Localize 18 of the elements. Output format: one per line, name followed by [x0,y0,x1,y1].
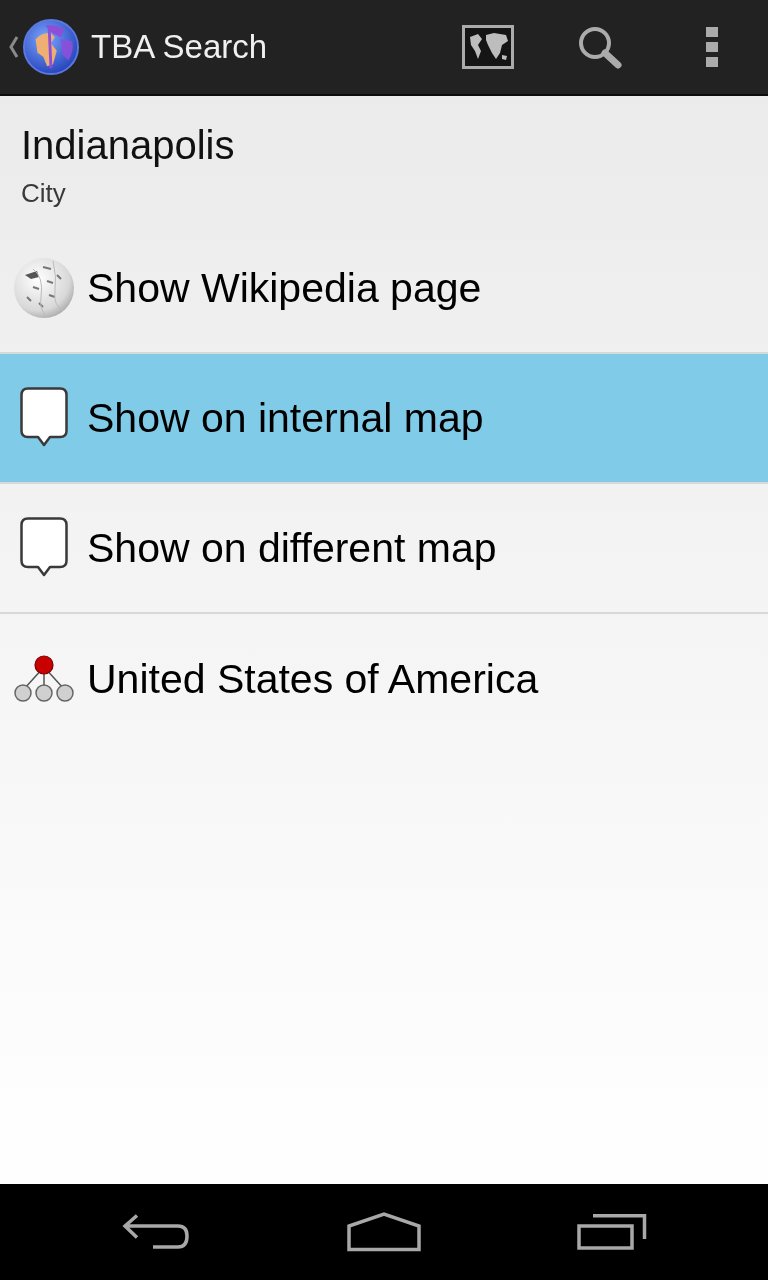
list-item[interactable]: Show on different map [0,484,768,614]
list-item[interactable]: Show on internal map [0,354,768,484]
hierarchy-icon [13,655,74,703]
map-marker-icon [19,517,68,579]
globe-logo-icon [22,18,80,76]
place-type: City [21,178,66,208]
home-outline-icon [347,1212,421,1252]
search-icon [577,25,623,69]
app-title: TBA Search [91,28,268,66]
world-map-icon [462,25,514,69]
overflow-menu-icon [705,27,719,67]
back-caret-icon [9,36,19,58]
list-item[interactable]: United States of America [0,614,768,744]
map-marker-icon [19,387,68,449]
recent-apps-icon [577,1214,647,1250]
place-name: Indianapolis [21,122,235,169]
wikipedia-globe-icon [12,257,75,319]
back-arrow-icon [122,1214,190,1250]
